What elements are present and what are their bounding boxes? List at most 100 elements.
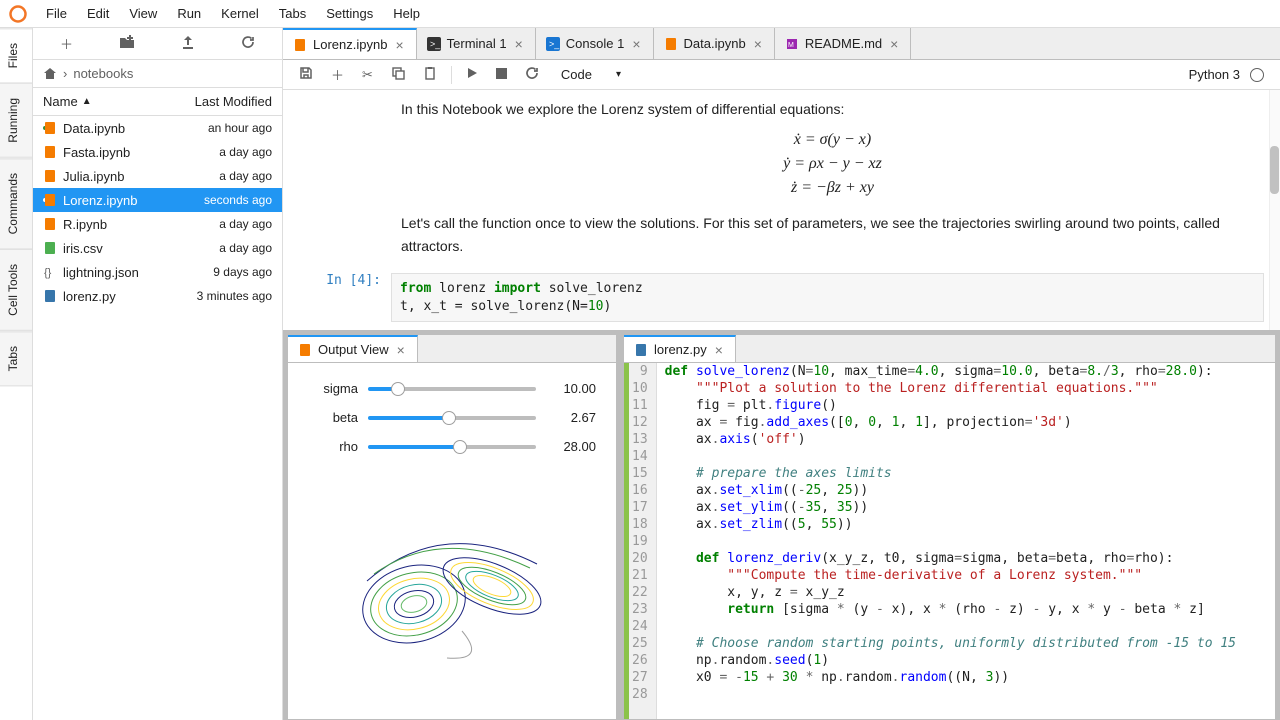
sidebar-tabs: FilesRunningCommandsCell ToolsTabs (0, 28, 33, 720)
work-area: Lorenz.ipynb×>_Terminal 1×>_Console 1×Da… (283, 28, 1280, 720)
file-icon (43, 289, 57, 303)
tab-output-view[interactable]: Output View × (288, 335, 418, 362)
new-folder-button[interactable] (105, 31, 149, 56)
equations: ẋ = σ(y − x)ẏ = ρx − y − xzż = −βz + xy (401, 120, 1264, 212)
python-icon (634, 343, 648, 357)
breadcrumb[interactable]: › notebooks (33, 60, 282, 88)
restart-button[interactable] (517, 62, 547, 87)
svg-text:M: M (788, 42, 794, 49)
menu-edit[interactable]: Edit (77, 2, 119, 25)
slider-thumb[interactable] (391, 382, 405, 396)
upload-button[interactable] (167, 31, 209, 56)
file-row[interactable]: Data.ipynban hour ago (33, 116, 282, 140)
svg-text:{}: {} (44, 267, 52, 279)
save-button[interactable] (291, 62, 321, 87)
close-icon[interactable]: × (393, 37, 405, 53)
code-cell[interactable]: In [4]: from lorenz import solve_lorenzt… (291, 273, 1264, 322)
close-icon[interactable]: × (630, 36, 642, 52)
file-icon (43, 121, 57, 135)
file-browser: ＋ › notebooks Name ▲ Last Modified Data.… (33, 28, 283, 720)
file-icon (43, 193, 57, 207)
breadcrumb-folder[interactable]: notebooks (73, 66, 133, 81)
close-icon[interactable]: × (513, 36, 525, 52)
file-icon: {} (43, 265, 57, 279)
output-view-body: sigma10.00beta2.67rho28.00 (288, 363, 616, 486)
menu-tabs[interactable]: Tabs (269, 2, 316, 25)
slider-thumb[interactable] (453, 440, 467, 454)
scroll-thumb[interactable] (1270, 146, 1279, 194)
jupyter-logo-icon (8, 4, 28, 24)
menubar: FileEditViewRunKernelTabsSettingsHelp (0, 0, 1280, 28)
slider-rho: rho28.00 (308, 439, 596, 454)
main-tabbar: Lorenz.ipynb×>_Terminal 1×>_Console 1×Da… (283, 28, 1280, 60)
file-row[interactable]: Fasta.ipynba day ago (33, 140, 282, 164)
run-button[interactable] (458, 63, 486, 86)
file-row[interactable]: R.ipynba day ago (33, 212, 282, 236)
output-view-pane: Output View × sigma10.00beta2.67rho28.00 (287, 334, 617, 720)
slider-track[interactable] (368, 445, 536, 449)
home-icon (43, 67, 57, 81)
tab-icon (293, 38, 307, 52)
sidebar-tab-commands[interactable]: Commands (0, 158, 32, 249)
menu-help[interactable]: Help (383, 2, 430, 25)
file-row[interactable]: iris.csva day ago (33, 236, 282, 260)
slider-sigma: sigma10.00 (308, 381, 596, 396)
file-icon (43, 241, 57, 255)
file-row[interactable]: Julia.ipynba day ago (33, 164, 282, 188)
sidebar-tab-running[interactable]: Running (0, 83, 32, 158)
tab-console-1[interactable]: >_Console 1× (536, 28, 654, 59)
notebook-icon (298, 343, 312, 357)
svg-text:>_: >_ (549, 39, 560, 49)
refresh-button[interactable] (227, 31, 269, 56)
sidebar-tab-files[interactable]: Files (0, 28, 32, 83)
menu-file[interactable]: File (36, 2, 77, 25)
code-input[interactable]: from lorenz import solve_lorenzt, x_t = … (391, 273, 1264, 322)
sidebar-tab-tabs[interactable]: Tabs (0, 331, 32, 386)
sort-asc-icon: ▲ (82, 96, 92, 107)
close-icon[interactable]: × (888, 36, 900, 52)
tab-lorenz-ipynb[interactable]: Lorenz.ipynb× (283, 28, 417, 59)
file-row[interactable]: lorenz.py3 minutes ago (33, 284, 282, 308)
slider-track[interactable] (368, 387, 536, 391)
new-launcher-button[interactable]: ＋ (46, 30, 87, 57)
code-body[interactable]: def solve_lorenz(N=10, max_time=4.0, sig… (657, 363, 1244, 719)
kernel-status-icon[interactable] (1250, 68, 1264, 82)
kernel-name[interactable]: Python 3 (1189, 67, 1240, 82)
menu-kernel[interactable]: Kernel (211, 2, 269, 25)
sidebar-tab-cell-tools[interactable]: Cell Tools (0, 249, 32, 331)
markdown-cell[interactable]: In this Notebook we explore the Lorenz s… (291, 98, 1264, 273)
editor-pane: lorenz.py × 9101112131415161718192021222… (623, 334, 1276, 720)
close-icon[interactable]: × (752, 36, 764, 52)
insert-cell-button[interactable]: ＋ (323, 61, 352, 88)
cell-type-select[interactable]: Code ▾ (553, 65, 629, 84)
stop-button[interactable] (488, 63, 515, 86)
copy-button[interactable] (383, 62, 413, 87)
tab-icon (664, 37, 678, 51)
svg-text:>_: >_ (430, 39, 441, 49)
tab-icon: >_ (427, 37, 441, 51)
cut-button[interactable]: ✂ (354, 63, 381, 87)
scrollbar[interactable] (1269, 90, 1280, 330)
file-icon (43, 217, 57, 231)
lorenz-plot (322, 486, 582, 676)
paste-button[interactable] (415, 62, 445, 87)
menu-run[interactable]: Run (167, 2, 211, 25)
input-prompt: In [4]: (291, 273, 391, 322)
file-icon (43, 145, 57, 159)
code-editor[interactable]: 910111213141516171819202122232425262728 … (624, 363, 1275, 719)
file-row[interactable]: {}lightning.json9 days ago (33, 260, 282, 284)
tab-icon: >_ (546, 37, 560, 51)
tab-lorenz-py[interactable]: lorenz.py × (624, 335, 736, 362)
close-icon[interactable]: × (395, 342, 407, 358)
slider-thumb[interactable] (442, 411, 456, 425)
menu-settings[interactable]: Settings (316, 2, 383, 25)
slider-track[interactable] (368, 416, 536, 420)
file-list-header[interactable]: Name ▲ Last Modified (33, 88, 282, 116)
tab-data-ipynb[interactable]: Data.ipynb× (654, 28, 775, 59)
menu-view[interactable]: View (119, 2, 167, 25)
file-row[interactable]: Lorenz.ipynbseconds ago (33, 188, 282, 212)
tab-readme-md[interactable]: MREADME.md× (775, 28, 911, 59)
notebook-content[interactable]: In this Notebook we explore the Lorenz s… (283, 90, 1280, 330)
close-icon[interactable]: × (713, 342, 725, 358)
tab-terminal-1[interactable]: >_Terminal 1× (417, 28, 536, 59)
